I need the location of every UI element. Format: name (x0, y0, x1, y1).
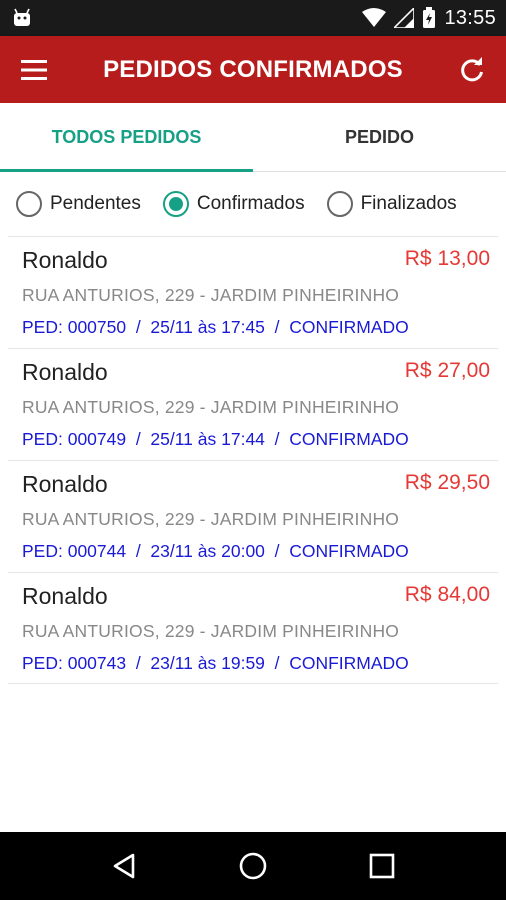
order-address: RUA ANTURIOS, 229 - JARDIM PINHEIRINHO (22, 621, 400, 641)
tab-todos-pedidos[interactable]: TODOS PEDIDOS (0, 103, 253, 172)
filter-confirmados-radio[interactable]: Confirmados (162, 191, 305, 217)
order-meta: PED: 000749 / 25/11 às 17:44 / CONFIRMAD… (22, 429, 409, 449)
recents-button[interactable] (352, 836, 412, 896)
filter-label: Pendentes (50, 193, 141, 214)
radio-unchecked-icon (326, 191, 353, 217)
menu-button[interactable] (10, 48, 58, 92)
system-nav-bar (0, 832, 506, 900)
refresh-icon (461, 57, 483, 82)
filter-label: Confirmados (196, 193, 305, 214)
page-title: PEDIDOS CONFIRMADOS (103, 56, 403, 83)
customer-name: Ronaldo (22, 247, 108, 273)
customer-name: Ronaldo (22, 471, 108, 497)
order-item[interactable]: Ronaldo R$ 84,00 RUA ANTURIOS, 229 - JAR… (8, 572, 498, 684)
battery-charging-icon (423, 7, 436, 28)
status-time: 13:55 (444, 6, 496, 29)
main-content: TODOS PEDIDOS PEDIDO Pendentes Confirmad… (0, 103, 506, 832)
order-list: Ronaldo R$ 13,00 RUA ANTURIOS, 229 - JAR… (0, 236, 506, 684)
order-address: RUA ANTURIOS, 229 - JARDIM PINHEIRINHO (22, 397, 400, 417)
order-price: R$ 29,50 (404, 471, 490, 494)
status-bar: 13:55 (0, 0, 506, 36)
order-price: R$ 84,00 (404, 583, 490, 606)
recents-icon (369, 853, 394, 879)
back-button[interactable] (94, 836, 154, 896)
order-item[interactable]: Ronaldo R$ 27,00 RUA ANTURIOS, 229 - JAR… (8, 348, 498, 460)
filter-label: Finalizados (360, 193, 457, 214)
radio-checked-icon (162, 191, 189, 217)
menu-icon (21, 60, 47, 80)
order-address: RUA ANTURIOS, 229 - JARDIM PINHEIRINHO (22, 509, 400, 529)
android-icon (14, 8, 30, 26)
filter-finalizados-radio[interactable]: Finalizados (326, 191, 457, 217)
order-meta: PED: 000744 / 23/11 às 20:00 / CONFIRMAD… (22, 541, 409, 561)
order-item[interactable]: Ronaldo R$ 29,50 RUA ANTURIOS, 229 - JAR… (8, 460, 498, 572)
radio-unchecked-icon (16, 191, 42, 217)
order-price: R$ 27,00 (404, 359, 490, 382)
order-item[interactable]: Ronaldo R$ 13,00 RUA ANTURIOS, 229 - JAR… (8, 236, 498, 348)
refresh-button[interactable] (448, 48, 496, 92)
customer-name: Ronaldo (22, 583, 108, 609)
order-meta: PED: 000743 / 23/11 às 19:59 / CONFIRMAD… (22, 653, 409, 673)
order-meta: PED: 000750 / 25/11 às 17:45 / CONFIRMAD… (22, 317, 409, 337)
status-filter-group: Pendentes Confirmados Finalizados (0, 172, 506, 236)
order-address: RUA ANTURIOS, 229 - JARDIM PINHEIRINHO (22, 285, 400, 305)
tab-pedido[interactable]: PEDIDO (253, 103, 506, 171)
wifi-icon (362, 8, 387, 27)
customer-name: Ronaldo (22, 359, 108, 385)
app-bar: PEDIDOS CONFIRMADOS (0, 36, 506, 103)
tab-bar: TODOS PEDIDOS PEDIDO (0, 103, 506, 172)
home-button[interactable] (223, 836, 283, 896)
order-price: R$ 13,00 (404, 247, 490, 270)
signal-icon (394, 8, 415, 28)
filter-pendentes-radio[interactable]: Pendentes (16, 191, 141, 217)
home-icon (239, 852, 267, 880)
back-icon (114, 853, 135, 879)
